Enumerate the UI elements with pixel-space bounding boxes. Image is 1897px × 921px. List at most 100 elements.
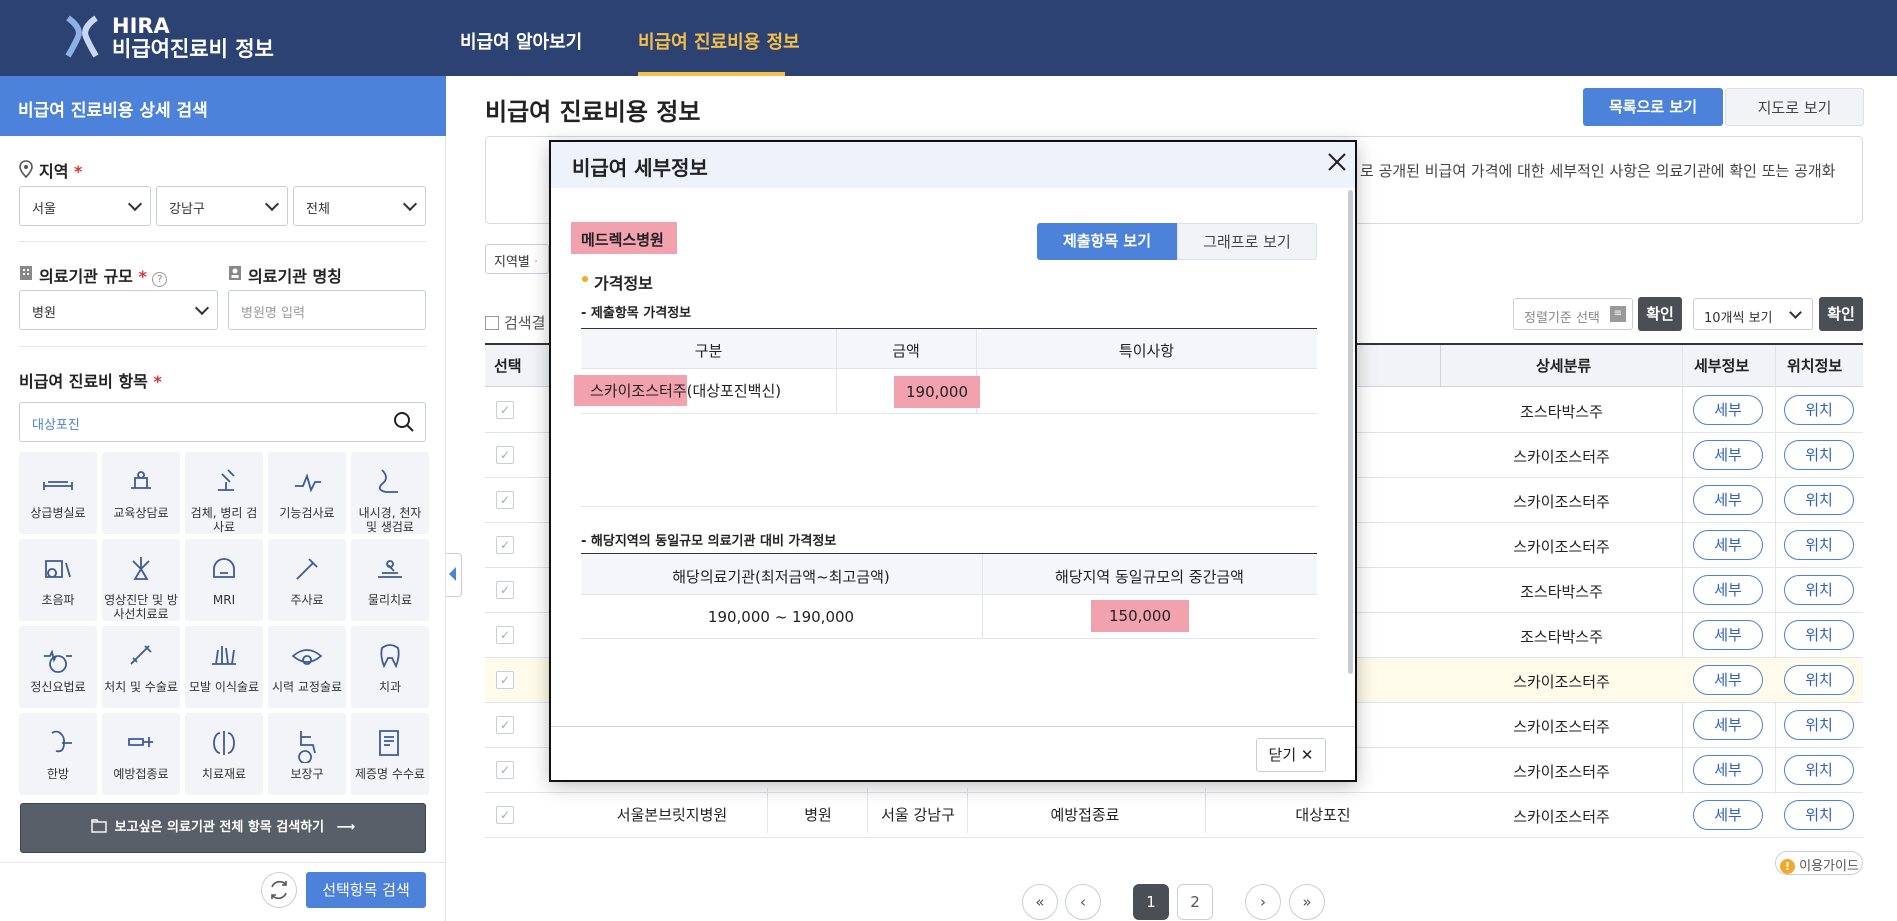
location-button[interactable]: 위치 [1784,395,1854,425]
location-button[interactable]: 위치 [1784,710,1854,740]
nav-about[interactable]: 비급여 알아보기 [460,28,582,54]
detail-button[interactable]: 세부 [1693,485,1763,515]
sidebar-title: 비급여 진료비용 상세 검색 [0,76,446,136]
view-list-button[interactable]: 목록으로 보기 [1583,88,1723,126]
per-page-confirm-button[interactable]: 확인 [1819,297,1863,331]
hospital-name-input[interactable]: 병원명 입력 [228,290,426,330]
tile-eye[interactable]: 시력 교정술료 [268,626,346,708]
location-button[interactable]: 위치 [1784,575,1854,605]
row-checkbox[interactable]: ✓ [496,491,514,509]
divider [0,862,446,863]
chevron-down-icon [194,300,210,316]
per-page-select[interactable]: 10개씩 보기 [1693,298,1813,330]
page-1-button[interactable]: 1 [1133,884,1169,920]
detail-button[interactable]: 세부 [1693,710,1763,740]
divider [581,506,1317,507]
detail-button[interactable]: 세부 [1693,800,1763,830]
logo-subtitle[interactable]: 비급여진료비 정보 [112,36,274,62]
row-checkbox[interactable]: ✓ [496,626,514,644]
search-all-items-button[interactable]: 보고싶은 의료기관 전체 항목 검색하기 ⟶ [20,803,426,853]
tile-physical-therapy[interactable]: 물리치료 [351,539,429,621]
tile-radiology[interactable]: 영상진단 및 방사선치료료 [102,539,180,621]
next-page-button[interactable]: › [1245,884,1281,920]
modal-close-button[interactable]: 닫기 ✕ [1256,738,1326,772]
detail-button[interactable]: 세부 [1693,575,1763,605]
location-button[interactable]: 위치 [1784,485,1854,515]
tile-hair-transplant[interactable]: 모발 이식술료 [185,626,263,708]
search-selected-button[interactable]: 선택항목 검색 [306,872,426,908]
tile-function-test[interactable]: 기능검사료 [268,452,346,534]
location-button[interactable]: 위치 [1784,800,1854,830]
logo-title[interactable]: HIRA [112,14,170,38]
tile-endoscope[interactable]: 내시경, 천자 및 생검료 [351,452,429,534]
view-map-button[interactable]: 지도로 보기 [1725,88,1864,126]
help-icon[interactable]: ? [152,272,168,287]
col-detail: 세부정보 [1694,357,1750,375]
region-filter-chip[interactable]: 지역별 · [485,244,549,274]
guide-button[interactable]: ! 이용가이드 [1775,851,1863,875]
row-checkbox[interactable]: ✓ [496,806,514,824]
item-search-input[interactable]: 대상포진 [19,402,426,442]
top-header [0,0,1897,76]
detail-button[interactable]: 세부 [1693,620,1763,650]
col-amount: 금액 [892,342,920,360]
tile-mri[interactable]: MRI [185,539,263,621]
tab-graph[interactable]: 그래프로 보기 [1177,223,1317,260]
row-checkbox[interactable]: ✓ [496,671,514,689]
sort-select[interactable]: 정렬기준 선택 ≡ [1513,298,1633,330]
endoscope-icon [378,469,398,493]
tile-psychiatry[interactable]: 정신요법료 [19,626,97,708]
row-checkbox[interactable]: ✓ [496,446,514,464]
hira-logo-icon[interactable] [64,14,100,60]
row-checkbox[interactable]: ✓ [496,761,514,779]
oriental-medicine-icon [51,730,72,753]
prev-page-button[interactable]: ‹ [1065,884,1101,920]
nav-cost-info[interactable]: 비급여 진료비용 정보 [638,28,800,54]
tile-oriental-medicine[interactable]: 한방 [19,713,97,795]
divider [19,346,426,347]
tile-material[interactable]: 치료재료 [185,713,263,795]
subcategory-cell: 스카이조스터주 [1513,718,1610,736]
tab-submitted-items[interactable]: 제출항목 보기 [1037,223,1177,260]
tile-label: 제증명 수수료 [354,767,426,781]
detail-button[interactable]: 세부 [1693,440,1763,470]
row-checkbox[interactable]: ✓ [496,536,514,554]
tile-counseling[interactable]: 교육상담료 [102,452,180,534]
tile-ultrasound[interactable]: 초음파 [19,539,97,621]
row-checkbox[interactable]: ✓ [496,716,514,734]
page-2-button[interactable]: 2 [1177,884,1213,920]
region-district-select[interactable]: 강남구 [156,186,288,226]
sidebar-collapse-button[interactable] [446,553,462,597]
detail-button[interactable]: 세부 [1693,755,1763,785]
reset-button[interactable] [261,872,297,908]
tile-surgery[interactable]: 처치 및 수술료 [102,626,180,708]
modal-scrollbar[interactable] [1348,190,1353,674]
location-button[interactable]: 위치 [1784,755,1854,785]
search-icon[interactable] [393,411,415,433]
detail-button[interactable]: 세부 [1693,530,1763,560]
location-button[interactable]: 위치 [1784,530,1854,560]
bed-icon [43,481,73,490]
region-dong-select[interactable]: 전체 [293,186,426,226]
location-button[interactable]: 위치 [1784,440,1854,470]
scale-select[interactable]: 병원 [19,290,218,330]
location-button[interactable]: 위치 [1784,665,1854,695]
sort-confirm-button[interactable]: 확인 [1638,297,1682,331]
eye-icon [291,649,323,665]
last-page-button[interactable]: » [1289,884,1325,920]
first-page-button[interactable]: « [1022,884,1058,920]
tile-certificate[interactable]: 제증명 수수료 [351,713,429,795]
tile-wheelchair[interactable]: 보장구 [268,713,346,795]
region-city-select[interactable]: 서울 [19,186,151,226]
detail-button[interactable]: 세부 [1693,665,1763,695]
tile-bed[interactable]: 상급병실료 [19,452,97,534]
tile-vaccine[interactable]: 예방접종료 [102,713,180,795]
tile-tooth[interactable]: 치과 [351,626,429,708]
tile-microscope[interactable]: 검체, 병리 검사료 [185,452,263,534]
location-button[interactable]: 위치 [1784,620,1854,650]
close-icon[interactable] [1326,151,1348,173]
row-checkbox[interactable]: ✓ [496,581,514,599]
detail-button[interactable]: 세부 [1693,395,1763,425]
tile-syringe[interactable]: 주사료 [268,539,346,621]
row-checkbox[interactable]: ✓ [496,401,514,419]
